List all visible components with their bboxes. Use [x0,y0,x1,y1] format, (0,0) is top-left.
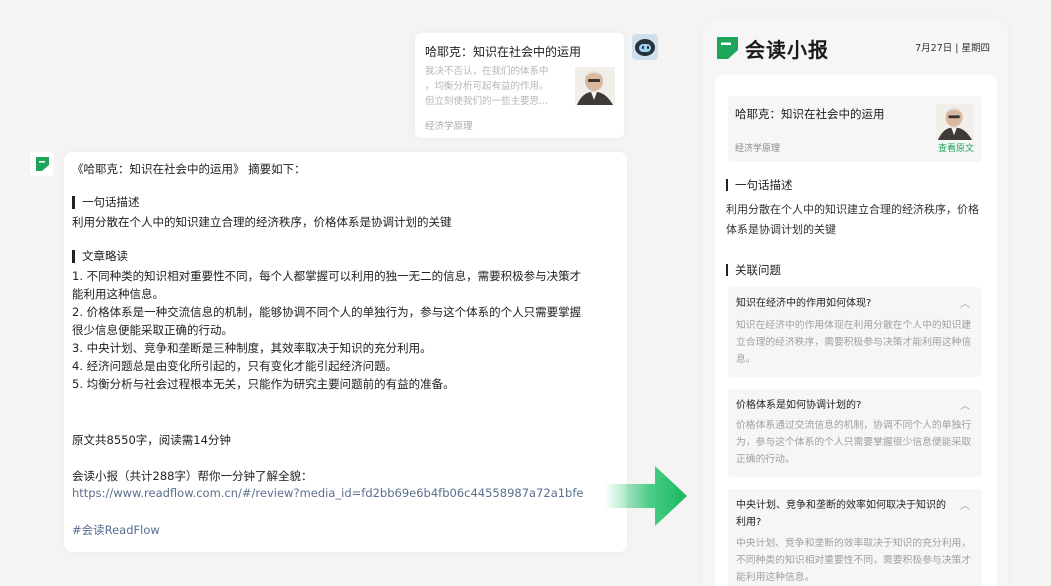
answer-text: 价格体系通过交流信息的机制，协调不同个人的单独行为，参与这个体系的个人只需要掌握… [736,420,972,465]
article-card[interactable]: 哈耶克：知识在社会中的运用 经济学原理 查看原文 [728,96,982,162]
shared-article-source: 经济学原理 [425,121,473,132]
outline-line: 3. 中央计划、竞争和垄断是三种制度，其效率取决于知识的充分利用。 [72,341,432,355]
shared-article-excerpt: 我决不否认，在我们的体系中 ，均衡分析可起有益的作用。 但立刻使我们的一些主要思… [425,66,549,107]
user-avatar[interactable] [632,34,658,60]
readflow-logo-icon [36,157,49,171]
message-outline-heading: 文章略读 [72,250,128,263]
readflow-logo-icon [717,37,738,59]
article-title: 哈耶克：知识在社会中的运用 [735,107,885,121]
arrow-right-icon [605,466,687,526]
chevron-up-icon[interactable]: ︿ [960,295,970,310]
message-intro: 《哈耶克：知识在社会中的运用》 摘要如下： [72,162,306,176]
issue-date: 7月27日 | 星期四 [915,43,990,54]
question-card[interactable]: 中央计划、竞争和垄断的效率如何取决于知识的利用? ︿ 中央计划、竞争和垄断的效率… [728,489,982,586]
outline-line: 4. 经济问题总是由变化所引起的，只有变化才能引起经济问题。 [72,359,398,373]
brand-name: 会读小报 [745,38,829,62]
chevron-up-icon[interactable]: ︿ [960,397,970,412]
author-portrait-thumbnail [575,67,615,105]
message-one-line-text: 利用分散在个人中的知识建立合理的经济秩序，价格体系是协调计划的关键 [72,215,452,229]
article-source: 经济学原理 [735,144,781,154]
outline-line: 2. 价格体系是一种交流信息的机制，能够协调不同个人的单独行为，参与这个体系的个… [72,305,582,319]
outline-line: 1. 不同种类的知识相对重要性不同，每个人都掌握可以利用的独一无二的信息，需要积… [72,269,582,283]
question-text: 中央计划、竞争和垄断的效率如何取决于知识的利用? [736,500,946,528]
outline-line: 很少信息便能采取正确的行动。 [72,323,233,337]
summary-message-bubble: 《哈耶克：知识在社会中的运用》 摘要如下： 一句话描述 利用分散在个人中的知识建… [64,152,627,552]
outline-line: 能利用这种信息。 [72,287,164,301]
readflow-newsletter-panel: 会读小报 7月27日 | 星期四 哈耶克：知识在社会中的运用 经济学原理 查看原… [703,20,1008,586]
shared-article-title: 哈耶克：知识在社会中的运用 [425,45,582,59]
author-portrait-thumbnail [936,104,974,140]
panel-content: 哈耶克：知识在社会中的运用 经济学原理 查看原文 一句话描述 利用分散在个人中的… [715,75,997,586]
view-original-link[interactable]: 查看原文 [938,141,974,154]
message-cta: 会读小报（共计288字）帮你一分钟了解全貌： [72,469,313,483]
question-text: 知识在经济中的作用如何体现? [736,298,872,309]
chevron-up-icon[interactable]: ︿ [960,497,970,512]
answer-text: 中央计划、竞争和垄断的效率取决于知识的充分利用，不同种类的知识相对重要性不同，需… [736,538,972,583]
message-stats: 原文共8550字，阅读需14分钟 [72,433,231,447]
bot-avatar[interactable] [30,152,54,176]
hashtag-link[interactable]: #会读ReadFlow [72,522,160,538]
message-one-line-heading: 一句话描述 [72,196,140,209]
related-questions-heading: 关联问题 [726,264,781,276]
one-line-summary: 利用分散在个人中的知识建立合理的经济秩序，价格体系是协调计划的关键 [726,203,979,236]
question-card[interactable]: 知识在经济中的作用如何体现? ︿ 知识在经济中的作用体现在利用分散在个人中的知识… [728,287,982,377]
question-text: 价格体系是如何协调计划的? [736,400,862,411]
shared-article-card[interactable]: 哈耶克：知识在社会中的运用 我决不否认，在我们的体系中 ，均衡分析可起有益的作用… [415,33,624,138]
answer-text: 知识在经济中的作用体现在利用分散在个人中的知识建立合理的经济秩序，需要积极参与决… [736,320,972,365]
review-link[interactable]: https://www.readflow.com.cn/#/review?med… [72,486,583,500]
outline-line: 5. 均衡分析与社会过程根本无关，只能作为研究主要问题前的有益的准备。 [72,377,455,391]
question-card[interactable]: 价格体系是如何协调计划的? ︿ 价格体系通过交流信息的机制，协调不同个人的单独行… [728,389,982,477]
one-line-heading: 一句话描述 [726,179,793,191]
